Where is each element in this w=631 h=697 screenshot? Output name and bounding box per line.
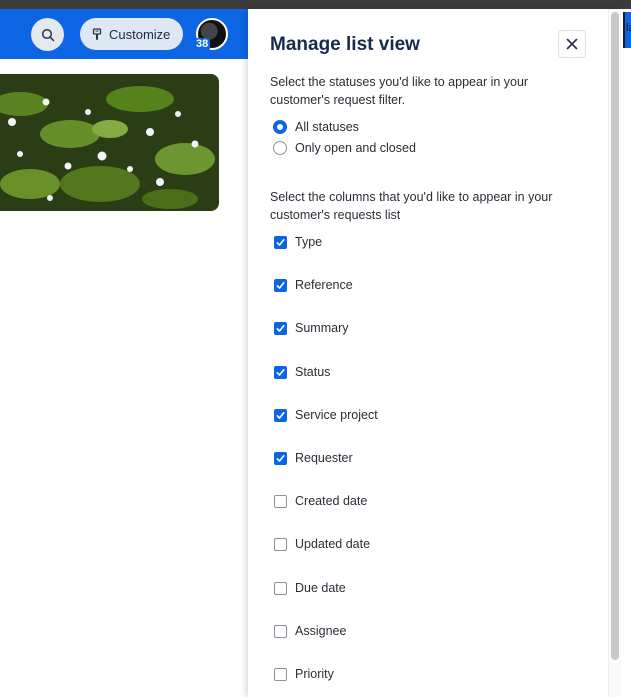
avatar-badge: 38 xyxy=(194,38,211,51)
browser-top-strip xyxy=(0,0,631,9)
checkbox[interactable] xyxy=(274,365,287,379)
checkbox[interactable] xyxy=(274,235,287,249)
checkmark-icon xyxy=(276,411,285,419)
checkbox-row-due-date[interactable]: Due date xyxy=(274,581,346,595)
checkbox[interactable] xyxy=(274,278,287,292)
close-button[interactable] xyxy=(558,30,586,58)
checkmark-icon xyxy=(276,368,285,376)
checkbox-row-requester[interactable]: Requester xyxy=(274,451,353,465)
radio-button[interactable] xyxy=(273,120,287,134)
checkbox-label: Reference xyxy=(295,278,353,292)
checkbox[interactable] xyxy=(274,408,287,422)
checkbox-label: Created date xyxy=(295,494,368,508)
background-window-text: la xyxy=(626,22,631,34)
radio-label: Only open and closed xyxy=(295,141,416,155)
checkmark-icon xyxy=(276,454,285,462)
scrollbar-thumb[interactable] xyxy=(611,12,619,660)
checkmark-icon xyxy=(276,238,285,246)
checkbox-row-service-project[interactable]: Service project xyxy=(274,408,378,422)
checkbox[interactable] xyxy=(274,667,287,681)
checkbox-label: Service project xyxy=(295,408,378,422)
checkbox[interactable] xyxy=(274,581,287,595)
checkbox-row-assignee[interactable]: Assignee xyxy=(274,624,346,638)
checkbox-label: Priority xyxy=(295,667,334,681)
radio-button[interactable] xyxy=(273,141,287,155)
paintbrush-icon xyxy=(92,27,102,40)
background-window-edge xyxy=(621,9,631,697)
panel-title: Manage list view xyxy=(270,34,420,55)
radio-label: All statuses xyxy=(295,120,359,134)
hero-image xyxy=(0,74,219,211)
checkbox-label: Summary xyxy=(295,321,349,335)
radio-all-statuses[interactable]: All statuses xyxy=(273,120,359,134)
checkbox[interactable] xyxy=(274,494,287,508)
checkbox-label: Due date xyxy=(295,581,346,595)
checkbox[interactable] xyxy=(274,451,287,465)
checkbox[interactable] xyxy=(274,321,287,335)
columns-prompt: Select the columns that you'd like to ap… xyxy=(270,190,553,222)
checkmark-icon xyxy=(276,281,285,289)
status-prompt: Select the statuses you'd like to appear… xyxy=(270,75,529,107)
checkbox-label: Status xyxy=(295,365,331,379)
checkmark-icon xyxy=(276,324,285,332)
radio-only-open-and-closed[interactable]: Only open and closed xyxy=(273,141,416,155)
checkbox[interactable] xyxy=(274,537,287,551)
search-button[interactable] xyxy=(31,18,64,51)
checkbox[interactable] xyxy=(274,624,287,638)
checkbox-row-summary[interactable]: Summary xyxy=(274,321,348,335)
checkbox-row-reference[interactable]: Reference xyxy=(274,278,353,292)
close-icon xyxy=(566,38,578,50)
checkbox-label: Type xyxy=(295,235,323,249)
checkbox-row-status[interactable]: Status xyxy=(274,365,330,379)
checkbox-row-priority[interactable]: Priority xyxy=(274,667,334,681)
checkbox-row-updated-date[interactable]: Updated date xyxy=(274,537,370,551)
checkbox-label: Requester xyxy=(295,451,353,465)
search-icon xyxy=(41,28,54,41)
checkbox-row-type[interactable]: Type xyxy=(274,235,322,249)
checkbox-row-created-date[interactable]: Created date xyxy=(274,494,367,508)
checkbox-label: Assignee xyxy=(295,624,347,638)
customize-label: Customize xyxy=(109,26,171,42)
customize-button[interactable]: Customize xyxy=(80,18,183,50)
checkbox-label: Updated date xyxy=(295,537,371,551)
